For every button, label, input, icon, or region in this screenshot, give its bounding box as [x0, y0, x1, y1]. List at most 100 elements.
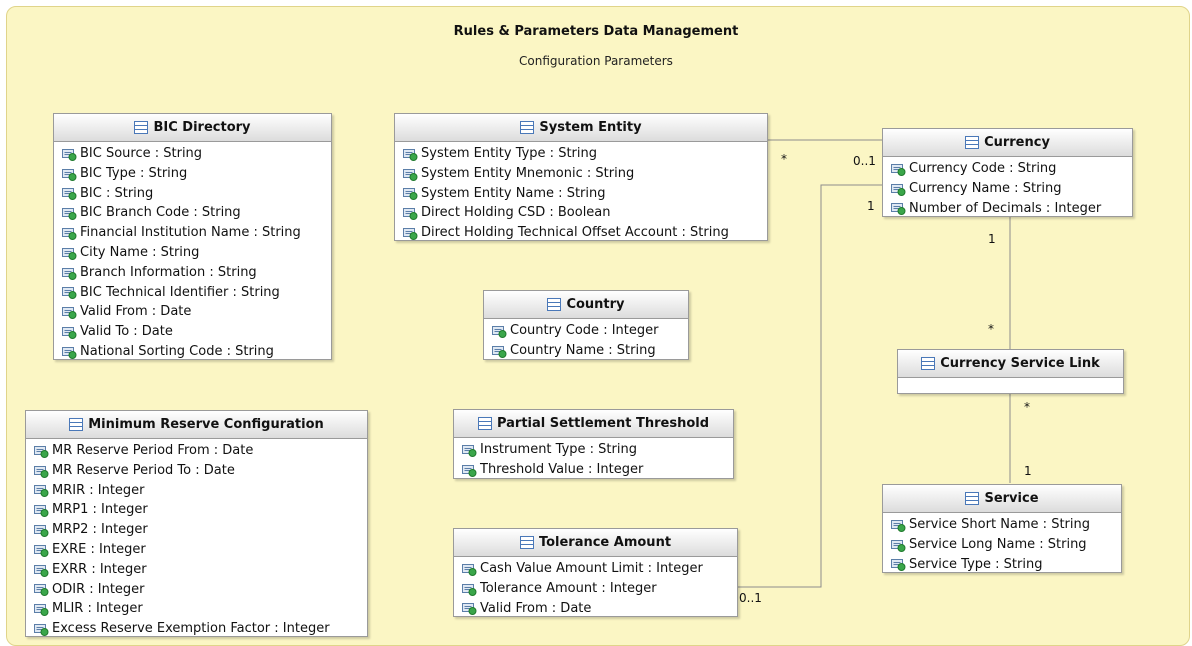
attribute-icon — [34, 583, 49, 597]
class-bic-directory[interactable]: BIC Directory BIC Source : String BIC Type… — [53, 113, 332, 360]
attribute-row[interactable]: Currency Name : String — [883, 179, 1132, 199]
attribute-icon — [462, 602, 477, 616]
attribute-row[interactable]: BIC Branch Code : String — [54, 203, 331, 223]
multiplicity-label: 1 — [1024, 464, 1032, 478]
attribute-row[interactable]: Direct Holding Technical Offset Account … — [395, 223, 767, 243]
attribute-row[interactable]: Excess Reserve Exemption Factor : Intege… — [26, 619, 367, 639]
class-currency[interactable]: Currency Currency Code : String Currency N… — [882, 128, 1133, 217]
attribute-icon — [891, 163, 906, 176]
attribute-row[interactable]: Country Code : Integer — [484, 321, 688, 341]
attribute-row[interactable]: MR Reserve Period From : Date — [26, 441, 367, 461]
attribute-text: BIC Type : String — [80, 165, 188, 181]
attribute-row[interactable]: Number of Decimals : Integer — [883, 199, 1132, 219]
attribute-icon — [62, 306, 77, 320]
attribute-row[interactable]: Threshold Value : Integer — [454, 460, 733, 480]
multiplicity-label: 0..1 — [853, 154, 876, 168]
attribute-row[interactable]: City Name : String — [54, 243, 331, 263]
class-system-entity[interactable]: System Entity System Entity Type : String… — [394, 113, 768, 241]
attribute-row[interactable]: System Entity Type : String — [395, 144, 767, 164]
attribute-icon — [462, 464, 477, 477]
class-minimum-reserve-configuration[interactable]: Minimum Reserve Configuration MR Reserve … — [25, 410, 368, 637]
attribute-text: MRP1 : Integer — [52, 502, 148, 518]
attribute-icon — [62, 247, 77, 260]
attribute-row[interactable]: System Entity Name : String — [395, 184, 767, 204]
multiplicity-label: * — [781, 152, 787, 166]
attribute-row[interactable]: BIC : String — [54, 184, 331, 204]
class-tolerance-amount[interactable]: Tolerance Amount Cash Value Amount Limit … — [453, 528, 738, 617]
class-name: Currency — [984, 135, 1050, 150]
attribute-icon — [403, 227, 418, 241]
attribute-row[interactable]: Service Long Name : String — [883, 535, 1121, 555]
attribute-text: Number of Decimals : Integer — [909, 200, 1102, 216]
attribute-icon — [34, 524, 49, 538]
class-partial-settlement-threshold[interactable]: Partial Settlement Threshold Instrument T… — [453, 409, 734, 479]
attribute-list: BIC Source : String BIC Type : String BIC … — [54, 142, 331, 365]
class-name: Country — [566, 297, 625, 312]
attribute-text: National Sorting Code : String — [80, 343, 274, 359]
attribute-row[interactable]: Service Type : String — [883, 555, 1121, 575]
attribute-text: EXRE : Integer — [52, 541, 146, 557]
attribute-row[interactable]: Valid From : Date — [54, 302, 331, 322]
attribute-icon — [34, 623, 49, 637]
attribute-row[interactable]: MRIR : Integer — [26, 481, 367, 501]
attribute-text: Instrument Type : String — [480, 442, 637, 457]
attribute-row[interactable]: Currency Code : String — [883, 159, 1132, 179]
attribute-icon — [403, 168, 418, 181]
attribute-row[interactable]: BIC Type : String — [54, 164, 331, 184]
attribute-row[interactable]: Branch Information : String — [54, 263, 331, 283]
attribute-row[interactable]: MRP2 : Integer — [26, 520, 367, 540]
attribute-row[interactable]: MRP1 : Integer — [26, 500, 367, 520]
attribute-row[interactable]: BIC Technical Identifier : String — [54, 283, 331, 303]
class-header: Currency Service Link — [898, 350, 1123, 378]
attribute-row[interactable]: EXRR : Integer — [26, 560, 367, 580]
attribute-icon — [62, 187, 77, 201]
attribute-row[interactable]: System Entity Mnemonic : String — [395, 164, 767, 184]
attribute-row[interactable]: National Sorting Code : String — [54, 342, 331, 362]
attribute-icon — [62, 326, 77, 340]
attribute-icon — [62, 148, 77, 161]
attribute-row[interactable]: MLIR : Integer — [26, 599, 367, 619]
attribute-row[interactable]: Financial Institution Name : String — [54, 223, 331, 243]
attribute-text: System Entity Mnemonic : String — [421, 165, 635, 181]
class-header: Country — [484, 291, 688, 319]
attribute-text: Country Name : String — [510, 342, 656, 358]
class-icon — [921, 357, 936, 370]
attribute-text: Service Short Name : String — [909, 517, 1090, 532]
attribute-icon — [34, 603, 49, 617]
attribute-row[interactable]: Country Name : String — [484, 341, 688, 361]
class-currency-service-link[interactable]: Currency Service Link — [897, 349, 1124, 394]
attribute-row[interactable]: ODIR : Integer — [26, 580, 367, 600]
attribute-text: Service Type : String — [909, 556, 1043, 572]
attribute-row[interactable]: Instrument Type : String — [454, 440, 733, 460]
attribute-text: Currency Name : String — [909, 180, 1062, 196]
attribute-row[interactable]: BIC Source : String — [54, 144, 331, 164]
attribute-row[interactable]: Service Short Name : String — [883, 515, 1121, 535]
class-header: Currency — [883, 129, 1132, 157]
attribute-icon — [34, 484, 49, 498]
attribute-icon — [492, 325, 507, 338]
class-name: Service — [984, 491, 1039, 506]
attribute-row[interactable]: Valid From : Date — [454, 599, 737, 619]
class-name: Tolerance Amount — [538, 535, 672, 550]
attribute-text: Valid To : Date — [80, 324, 173, 340]
attribute-text: MLIR : Integer — [52, 601, 143, 617]
attribute-row[interactable]: EXRE : Integer — [26, 540, 367, 560]
class-service[interactable]: Service Service Short Name : String Servic… — [882, 484, 1122, 573]
attribute-icon — [462, 444, 477, 457]
class-country[interactable]: Country Country Code : Integer Country Nam… — [483, 290, 689, 360]
attribute-row[interactable]: Direct Holding CSD : Boolean — [395, 203, 767, 223]
attribute-text: MRP2 : Integer — [52, 522, 148, 538]
attribute-row[interactable]: Valid To : Date — [54, 322, 331, 342]
attribute-text: Country Code : Integer — [510, 323, 659, 338]
attribute-icon — [62, 286, 77, 300]
attribute-text: System Entity Type : String — [421, 146, 597, 161]
attribute-text: Service Long Name : String — [909, 536, 1087, 552]
class-header: Service — [883, 485, 1121, 513]
attribute-row[interactable]: Tolerance Amount : Integer — [454, 579, 737, 599]
multiplicity-label: 1 — [867, 199, 875, 213]
class-header: Tolerance Amount — [454, 529, 737, 557]
attribute-row[interactable]: MR Reserve Period To : Date — [26, 461, 367, 481]
attribute-row[interactable]: Cash Value Amount Limit : Integer — [454, 559, 737, 579]
attribute-icon — [34, 564, 49, 577]
class-name: System Entity — [539, 120, 642, 135]
